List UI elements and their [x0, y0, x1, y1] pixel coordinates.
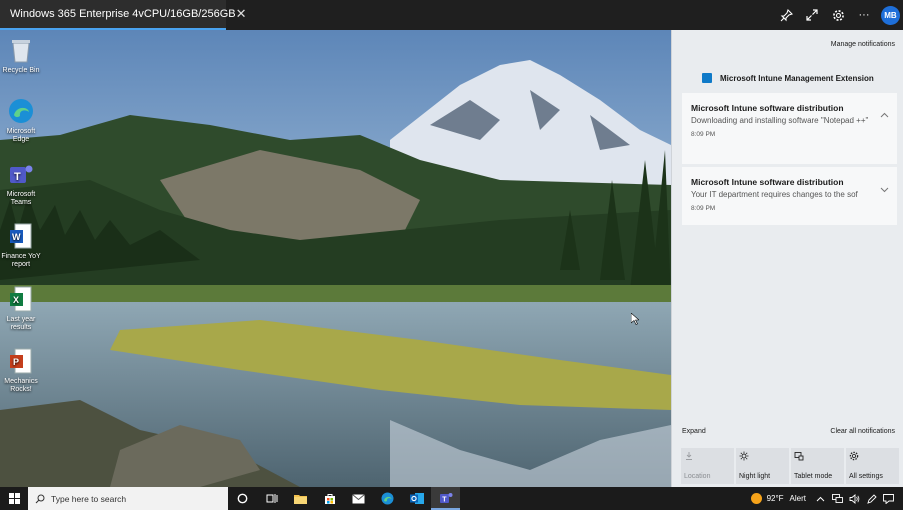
mouse-cursor-icon — [631, 313, 639, 325]
clear-all-notifications-link[interactable]: Clear all notifications — [830, 428, 895, 435]
close-icon[interactable]: ✕ — [236, 6, 247, 22]
desktop-icon-label: Microsoft Teams — [6, 191, 36, 206]
notification-time: 8:09 PM — [691, 131, 716, 138]
quick-action-label: All settings — [849, 473, 883, 480]
teams-icon[interactable]: T — [431, 487, 460, 510]
file-explorer-icon[interactable] — [286, 487, 315, 510]
svg-text:X: X — [13, 295, 19, 305]
desktop-icon-label: Recycle Bin — [2, 67, 40, 74]
gear-icon[interactable] — [829, 6, 847, 24]
weather-sun-icon[interactable] — [750, 493, 762, 504]
settings-icon — [849, 451, 859, 461]
network-icon[interactable] — [829, 493, 846, 504]
weather-temperature[interactable]: 92°F — [767, 494, 784, 503]
edge-icon[interactable] — [373, 487, 402, 510]
remote-desktop-window: Windows 365 Enterprise 4vCPU/16GB/256GB … — [0, 0, 903, 510]
desktop-icon-powerpoint-doc[interactable]: P Mechanics Rocks! — [0, 347, 42, 394]
system-tray: 92°F Alert — [750, 487, 903, 510]
notification-card[interactable]: Microsoft Intune software distribution Y… — [682, 167, 897, 225]
store-icon[interactable] — [315, 487, 344, 510]
session-toolbar: Windows 365 Enterprise 4vCPU/16GB/256GB … — [0, 0, 903, 30]
windows-logo-icon — [8, 493, 20, 504]
chevron-down-icon[interactable] — [880, 185, 889, 194]
quick-actions: Location Night light Tablet mode All set… — [681, 448, 899, 484]
search-placeholder: Type here to search — [51, 493, 127, 504]
chevron-up-icon[interactable] — [880, 111, 889, 120]
night-light-icon — [739, 451, 749, 461]
chevron-up-icon[interactable] — [812, 496, 829, 502]
quick-action-tablet-mode[interactable]: Tablet mode — [791, 448, 844, 484]
notification-card[interactable]: Microsoft Intune software distribution D… — [682, 93, 897, 164]
location-icon — [686, 452, 692, 460]
more-icon[interactable]: ··· — [855, 6, 873, 24]
powerpoint-icon: P — [7, 347, 35, 375]
desktop-icon-label: Mechanics Rocks! — [4, 378, 38, 393]
quick-action-label: Tablet mode — [794, 473, 833, 480]
session-tab[interactable]: Windows 365 Enterprise 4vCPU/16GB/256GB … — [0, 0, 247, 30]
avatar[interactable]: MB — [881, 6, 900, 25]
svg-text:P: P — [13, 357, 19, 367]
desktop-icon-recycle-bin[interactable]: Recycle Bin — [0, 36, 42, 75]
outlook-icon[interactable] — [402, 487, 431, 510]
taskbar-search-box[interactable]: Type here to search — [28, 487, 228, 510]
notification-group-header: Microsoft Intune Management Extension — [702, 73, 874, 83]
start-button[interactable] — [0, 487, 28, 510]
manage-notifications-link[interactable]: Manage notifications — [831, 41, 895, 48]
notification-title: Microsoft Intune software distribution — [691, 177, 844, 187]
mail-icon[interactable] — [344, 487, 373, 510]
edge-icon — [7, 97, 35, 125]
quick-action-label: Night light — [739, 473, 771, 480]
desktop-icon-excel-doc[interactable]: X Last year results — [0, 285, 42, 332]
svg-text:W: W — [12, 232, 21, 242]
quick-action-location[interactable]: Location — [681, 448, 734, 484]
search-icon — [35, 494, 45, 503]
quick-action-label: Location — [684, 473, 711, 480]
action-center-icon[interactable] — [880, 493, 897, 504]
notification-title: Microsoft Intune software distribution — [691, 103, 844, 113]
recycle-bin-icon — [7, 36, 35, 64]
desktop: Recycle Bin Microsoft Edge T Microsoft T… — [0, 30, 671, 487]
notification-panel: Manage notifications Microsoft Intune Ma… — [671, 30, 903, 487]
desktop-icon-label: Last year results — [6, 316, 36, 331]
pin-icon[interactable] — [777, 6, 795, 24]
quick-action-all-settings[interactable]: All settings — [846, 448, 899, 484]
notification-time: 8:09 PM — [691, 205, 716, 212]
notification-body: Downloading and installing software "Not… — [691, 116, 869, 125]
notification-body: Your IT department requires changes to t… — [691, 190, 858, 199]
desktop-icon-edge[interactable]: Microsoft Edge — [0, 97, 42, 144]
svg-text:T: T — [442, 497, 447, 504]
weather-alert[interactable]: Alert — [790, 494, 806, 503]
wallpaper-image — [0, 30, 671, 487]
svg-text:T: T — [14, 171, 21, 183]
desktop-icon-label: Microsoft Edge — [6, 128, 36, 143]
cortana-icon[interactable] — [228, 487, 257, 510]
notification-group-name: Microsoft Intune Management Extension — [720, 73, 874, 83]
task-view-icon[interactable] — [257, 487, 286, 510]
fullscreen-icon[interactable] — [803, 6, 821, 24]
expand-link[interactable]: Expand — [682, 428, 706, 435]
quick-action-night-light[interactable]: Night light — [736, 448, 789, 484]
word-icon: W — [7, 222, 35, 250]
excel-icon: X — [7, 285, 35, 313]
session-title: Windows 365 Enterprise 4vCPU/16GB/256GB — [10, 8, 236, 20]
desktop-icon-label: Finance YoY report — [1, 253, 41, 268]
intune-app-icon — [702, 73, 712, 83]
desktop-icon-word-doc[interactable]: W Finance YoY report — [0, 222, 42, 269]
desktop-icon-teams[interactable]: T Microsoft Teams — [0, 160, 42, 207]
teams-icon: T — [7, 160, 35, 188]
tablet-mode-icon — [794, 452, 804, 461]
volume-icon[interactable] — [846, 493, 863, 504]
pen-icon[interactable] — [863, 493, 880, 504]
taskbar: Type here to search T 92°F Alert — [0, 487, 903, 510]
